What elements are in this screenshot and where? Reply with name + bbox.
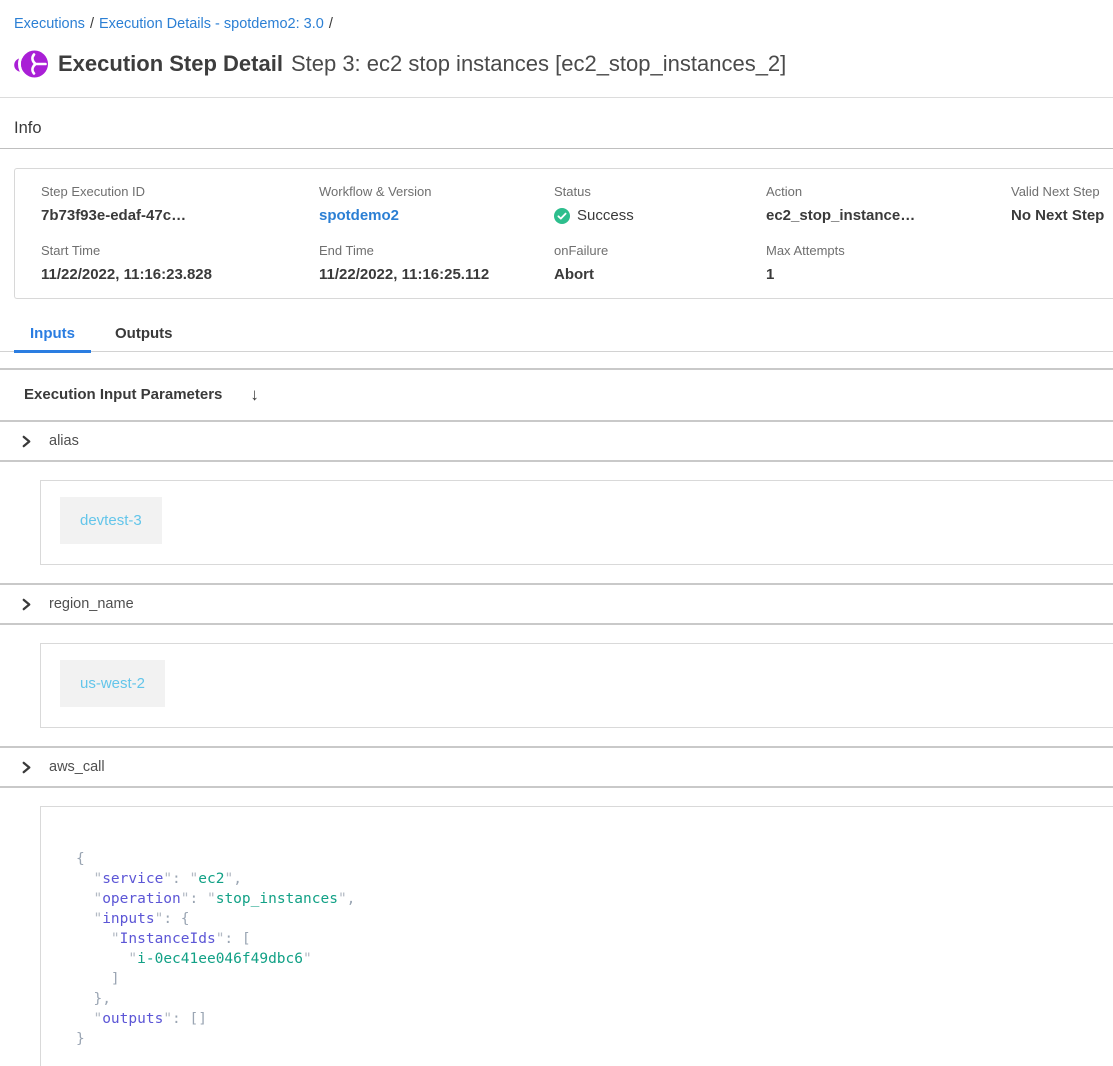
field-value: 11/22/2022, 11:16:23.828 <box>41 266 319 284</box>
field-step-execution-id: Step Execution ID 7b73f93e-edaf-47c… <box>41 184 319 225</box>
field-label: Action <box>766 184 1011 199</box>
workflow-link[interactable]: spotdemo2 <box>319 207 554 225</box>
section-header-aws-call[interactable]: aws_call <box>0 746 1113 788</box>
tab-outputs[interactable]: Outputs <box>103 325 185 351</box>
field-start-time: Start Time 11/22/2022, 11:16:23.828 <box>41 243 319 284</box>
field-label: End Time <box>319 243 554 258</box>
field-value: ec2_stop_instance… <box>766 207 1011 225</box>
breadcrumb-link-executions[interactable]: Executions <box>14 16 85 32</box>
field-valid-next-step: Valid Next Step No Next Step <box>1011 184 1113 225</box>
chevron-right-icon[interactable] <box>20 761 33 774</box>
header-divider <box>0 97 1113 98</box>
info-section-title: Info <box>14 119 1113 137</box>
field-workflow-version: Workflow & Version spotdemo2 <box>319 184 554 225</box>
page-header: Execution Step Detail Step 3: ec2 stop i… <box>14 48 1099 80</box>
section-header-alias[interactable]: alias <box>0 420 1113 462</box>
tabbar: Inputs Outputs <box>0 325 1113 352</box>
field-label: Valid Next Step <box>1011 184 1113 199</box>
info-divider <box>0 148 1113 149</box>
field-max-attempts: Max Attempts 1 <box>766 243 1011 284</box>
field-label: Max Attempts <box>766 243 1011 258</box>
field-end-time: End Time 11/22/2022, 11:16:25.112 <box>319 243 554 284</box>
breadcrumb: Executions/Execution Details - spotdemo2… <box>0 0 1113 32</box>
status-badge: Success <box>554 207 766 225</box>
page-title: Execution Step Detail <box>58 51 283 77</box>
field-value: Abort <box>554 266 766 284</box>
alias-value-chip: devtest-3 <box>60 497 162 544</box>
success-check-icon <box>554 208 570 224</box>
field-label: Workflow & Version <box>319 184 554 199</box>
alias-content-box: devtest-3 <box>40 480 1113 565</box>
field-value: 7b73f93e-edaf-47c… <box>41 207 319 225</box>
field-on-failure: onFailure Abort <box>554 243 766 284</box>
chevron-right-icon[interactable] <box>20 435 33 448</box>
field-label: Start Time <box>41 243 319 258</box>
region-name-content-box: us-west-2 <box>40 643 1113 728</box>
section-name: aws_call <box>49 758 105 776</box>
chevron-right-icon[interactable] <box>20 598 33 611</box>
field-status: Status Success <box>554 184 766 225</box>
field-label: Step Execution ID <box>41 184 319 199</box>
info-card: Step Execution ID 7b73f93e-edaf-47c… Wor… <box>14 168 1113 299</box>
section-name: region_name <box>49 595 134 613</box>
execution-input-parameters-label: Execution Input Parameters <box>24 386 222 404</box>
aws-call-json-code: { "service": "ec2", "operation": "stop_i… <box>76 849 1113 1049</box>
breadcrumb-separator: / <box>85 16 99 32</box>
field-action: Action ec2_stop_instance… <box>766 184 1011 225</box>
breadcrumb-separator: / <box>324 16 338 32</box>
status-text: Success <box>577 207 634 225</box>
app-logo-icon <box>14 49 48 79</box>
field-label: Status <box>554 184 766 199</box>
field-value: No Next Step <box>1011 207 1113 225</box>
field-value: 1 <box>766 266 1011 284</box>
aws-call-content-box: { "service": "ec2", "operation": "stop_i… <box>40 806 1113 1066</box>
breadcrumb-link-execution-details[interactable]: Execution Details - spotdemo2: 3.0 <box>99 16 324 32</box>
section-header-region-name[interactable]: region_name <box>0 583 1113 625</box>
field-label: onFailure <box>554 243 766 258</box>
tab-inputs[interactable]: Inputs <box>14 325 91 353</box>
page-subtitle: Step 3: ec2 stop instances [ec2_stop_ins… <box>291 51 786 77</box>
field-value: 11/22/2022, 11:16:25.112 <box>319 266 554 284</box>
execution-input-parameters-bar: Execution Input Parameters ↓ <box>0 368 1113 420</box>
section-name: alias <box>49 432 79 450</box>
region-name-value-chip: us-west-2 <box>60 660 165 707</box>
arrow-down-icon[interactable]: ↓ <box>250 385 259 405</box>
